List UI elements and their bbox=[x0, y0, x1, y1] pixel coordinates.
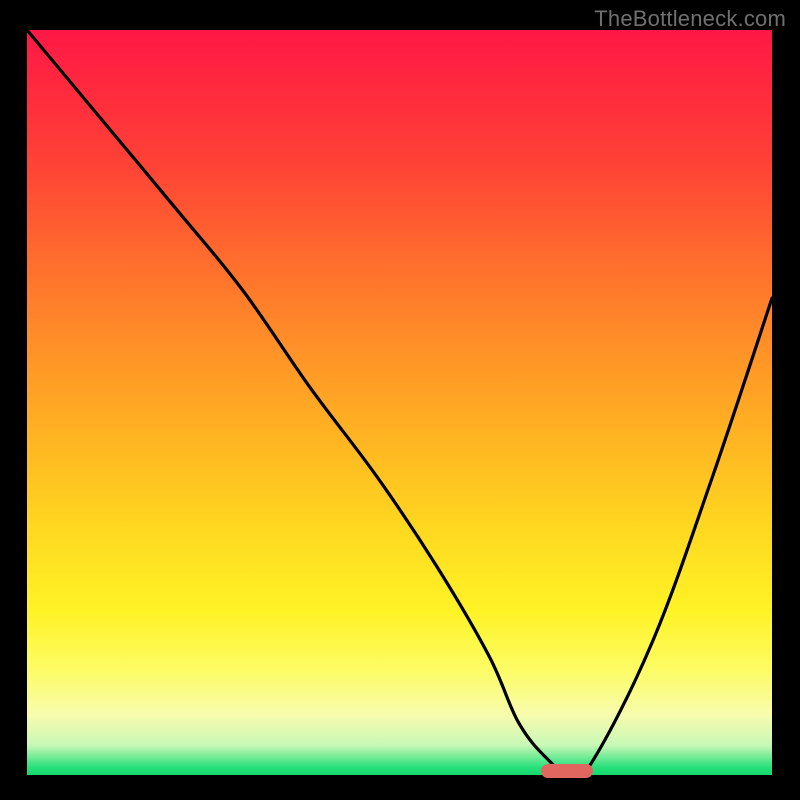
watermark-text: TheBottleneck.com bbox=[594, 6, 786, 32]
bottleneck-curve bbox=[27, 30, 772, 775]
curve-path bbox=[27, 30, 772, 775]
optimal-range-marker bbox=[541, 764, 593, 778]
chart-plot-area bbox=[27, 30, 772, 775]
